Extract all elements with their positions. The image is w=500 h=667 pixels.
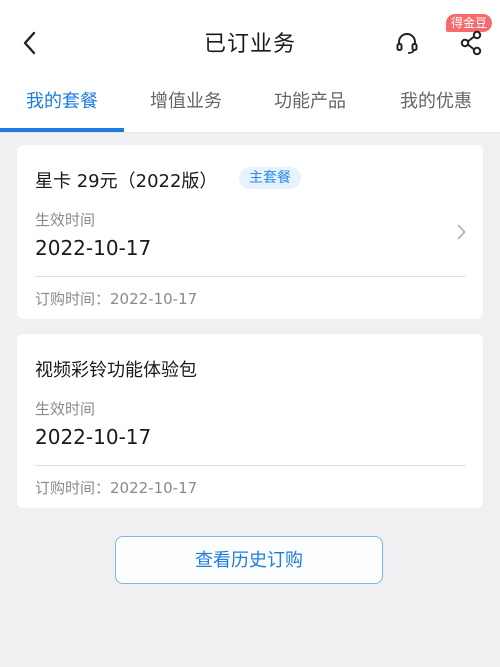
effective-time-label: 生效时间 — [35, 400, 96, 418]
active-tab-indicator — [0, 128, 124, 132]
chevron-right-icon — [457, 224, 465, 240]
plan-card[interactable]: 星卡 29元（2022版） 主套餐 生效时间 2022-10-17 订购时间：2… — [17, 145, 483, 319]
effective-date: 2022-10-17 — [35, 236, 152, 260]
tab-bar: 我的套餐 增值业务 功能产品 我的优惠 — [0, 82, 500, 133]
view-history-button[interactable]: 查看历史订购 — [115, 536, 383, 584]
card-divider — [35, 465, 466, 466]
card-detail-chevron[interactable] — [453, 222, 469, 242]
share-button[interactable] — [456, 28, 486, 58]
header-bar: 已订业务 得金豆 — [0, 0, 500, 82]
package-name: 视频彩铃功能体验包 — [35, 360, 197, 381]
tab-my-offers[interactable]: 我的优惠 — [372, 82, 500, 130]
page-title: 已订业务 — [203, 32, 296, 57]
card-divider — [35, 276, 466, 277]
customer-service-button[interactable] — [392, 28, 422, 58]
order-time: 订购时间：2022-10-17 — [35, 290, 198, 308]
plan-name: 星卡 29元（2022版） — [35, 171, 218, 192]
effective-date: 2022-10-17 — [35, 425, 152, 449]
tab-my-plan[interactable]: 我的套餐 — [0, 82, 124, 130]
package-card[interactable]: 视频彩铃功能体验包 生效时间 2022-10-17 订购时间：2022-10-1… — [17, 334, 483, 508]
effective-time-label: 生效时间 — [35, 211, 96, 229]
order-time: 订购时间：2022-10-17 — [35, 479, 198, 497]
tab-value-added[interactable]: 增值业务 — [124, 82, 248, 130]
tab-function-products[interactable]: 功能产品 — [248, 82, 372, 130]
share-icon — [460, 30, 482, 56]
main-plan-tag: 主套餐 — [239, 167, 301, 189]
headset-icon — [396, 33, 418, 54]
